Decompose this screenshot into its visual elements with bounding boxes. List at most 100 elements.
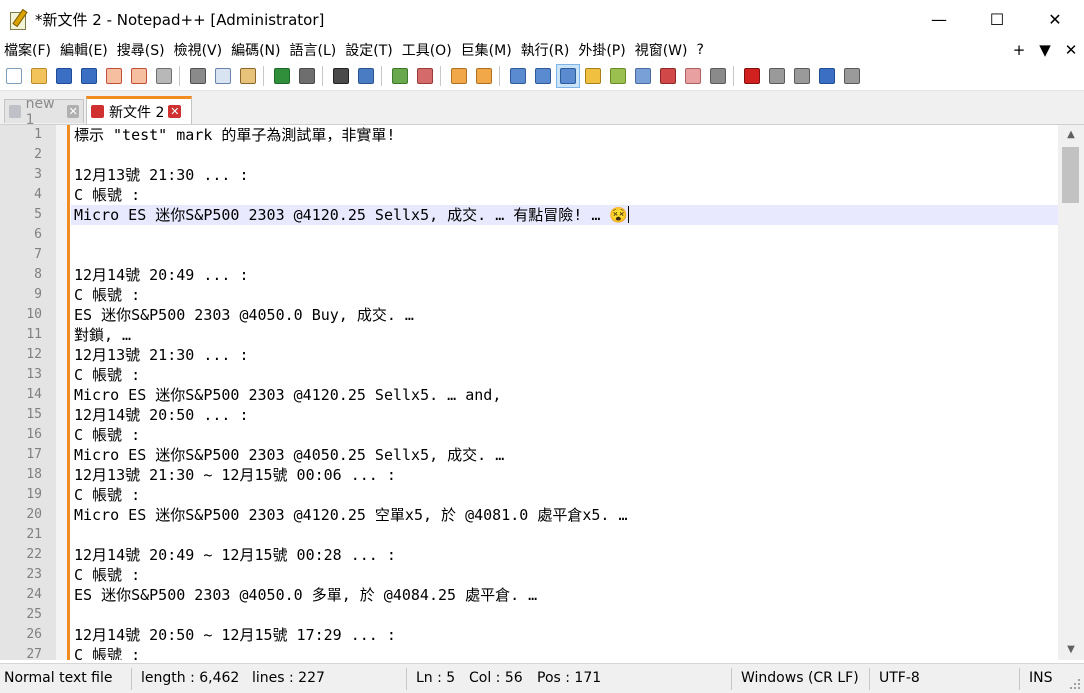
replace-button[interactable]: [355, 65, 377, 87]
save-button[interactable]: [53, 65, 75, 87]
editor-line[interactable]: 1 標示 "test" mark 的單子為測試單，非實單!: [0, 125, 1058, 145]
status-insert-mode[interactable]: INS: [1029, 664, 1053, 693]
function-list-button[interactable]: [657, 65, 679, 87]
line-text[interactable]: 12月13號 21:30 ... :: [71, 165, 1058, 185]
stop-record-button[interactable]: [766, 65, 788, 87]
copy-button[interactable]: [212, 65, 234, 87]
menu-settings[interactable]: 設定(T): [341, 40, 397, 60]
scroll-thumb[interactable]: [1062, 147, 1079, 203]
tab-new-1[interactable]: new 1 ✕: [4, 96, 84, 128]
line-text[interactable]: C 帳號 :: [71, 185, 1058, 205]
line-text[interactable]: 對鎖, …: [71, 325, 1058, 345]
menu-run[interactable]: 執行(R): [517, 40, 575, 60]
line-text[interactable]: Micro ES 迷你S&P500 2303 @4120.25 Sellx5. …: [71, 385, 1058, 405]
record-macro-button[interactable]: [741, 65, 763, 87]
editor-line[interactable]: 22 12月14號 20:49 ~ 12月15號 00:28 ... :: [0, 545, 1058, 565]
menu-language[interactable]: 語言(L): [286, 40, 342, 60]
editor-line[interactable]: 8 12月14號 20:49 ... :: [0, 265, 1058, 285]
line-text[interactable]: C 帳號 :: [71, 285, 1058, 305]
new-file-button[interactable]: [3, 65, 25, 87]
cut-button[interactable]: [187, 65, 209, 87]
line-text[interactable]: ES 迷你S&P500 2303 @4050.0 Buy, 成交. …: [71, 305, 1058, 325]
scroll-up-icon[interactable]: ▲: [1058, 125, 1084, 145]
line-text[interactable]: C 帳號 :: [71, 365, 1058, 385]
close-button[interactable]: [103, 65, 125, 87]
line-text[interactable]: C 帳號 :: [71, 425, 1058, 445]
scroll-down-icon[interactable]: ▼: [1058, 640, 1084, 660]
vertical-scrollbar[interactable]: ▲ ▼: [1058, 125, 1084, 660]
line-text[interactable]: [71, 525, 1058, 545]
line-text[interactable]: 12月13號 21:30 ... :: [71, 345, 1058, 365]
show-all-chars-button[interactable]: [532, 65, 554, 87]
user-language-button[interactable]: [582, 65, 604, 87]
text-lines[interactable]: 1 標示 "test" mark 的單子為測試單，非實單! 2 3 12月13號 21:…: [0, 125, 1058, 660]
editor-line[interactable]: 26 12月14號 20:50 ~ 12月15號 17:29 ... :: [0, 625, 1058, 645]
find-button[interactable]: [330, 65, 352, 87]
status-encoding[interactable]: UTF-8: [879, 664, 920, 693]
editor-line[interactable]: 19 C 帳號 :: [0, 485, 1058, 505]
doc-list-button[interactable]: [632, 65, 654, 87]
line-text[interactable]: 12月14號 20:49 ... :: [71, 265, 1058, 285]
tab-list-dropdown-icon[interactable]: ▼: [1032, 41, 1058, 59]
indent-guide-button[interactable]: [556, 64, 580, 88]
line-text[interactable]: 12月13號 21:30 ~ 12月15號 00:06 ... :: [71, 465, 1058, 485]
line-text[interactable]: 12月14號 20:50 ... :: [71, 405, 1058, 425]
editor-line[interactable]: 3 12月13號 21:30 ... :: [0, 165, 1058, 185]
close-all-button[interactable]: [128, 65, 150, 87]
doc-map-button[interactable]: [607, 65, 629, 87]
folder-workspace-button[interactable]: [682, 65, 704, 87]
editor-line[interactable]: 5 Micro ES 迷你S&P500 2303 @4120.25 Sellx5,…: [0, 205, 1058, 225]
line-text[interactable]: C 帳號 :: [71, 565, 1058, 585]
editor-line[interactable]: 9 C 帳號 :: [0, 285, 1058, 305]
save-all-button[interactable]: [78, 65, 100, 87]
run-macro-multiple-button[interactable]: [816, 65, 838, 87]
menu-edit[interactable]: 編輯(E): [56, 40, 113, 60]
menu-plugins[interactable]: 外掛(P): [574, 40, 630, 60]
editor-line[interactable]: 27 C 帳號 :: [0, 645, 1058, 660]
menu-file[interactable]: 檔案(F): [0, 40, 56, 60]
line-text[interactable]: 標示 "test" mark 的單子為測試單，非實單!: [71, 125, 1058, 145]
menu-search[interactable]: 搜尋(S): [113, 40, 170, 60]
new-tab-plus-icon[interactable]: +: [1006, 41, 1032, 59]
monitoring-button[interactable]: [707, 65, 729, 87]
line-text[interactable]: Micro ES 迷你S&P500 2303 @4120.25 Sellx5, …: [71, 205, 1058, 225]
line-text[interactable]: 12月14號 20:49 ~ 12月15號 00:28 ... :: [71, 545, 1058, 565]
editor-line[interactable]: 6: [0, 225, 1058, 245]
menu-help[interactable]: ?: [693, 42, 709, 58]
close-window-button[interactable]: ✕: [1026, 0, 1084, 38]
line-text[interactable]: C 帳號 :: [71, 645, 1058, 660]
line-text[interactable]: 12月14號 20:50 ~ 12月15號 17:29 ... :: [71, 625, 1058, 645]
word-wrap-button[interactable]: [507, 65, 529, 87]
resize-grip-icon[interactable]: [1068, 677, 1082, 691]
editor-line[interactable]: 12 12月13號 21:30 ... :: [0, 345, 1058, 365]
redo-button[interactable]: [296, 65, 318, 87]
line-text[interactable]: ES 迷你S&P500 2303 @4050.0 多單, 於 @4084.25 …: [71, 585, 1058, 605]
line-text[interactable]: [71, 605, 1058, 625]
status-eol[interactable]: Windows (CR LF): [741, 664, 859, 693]
editor-line[interactable]: 20 Micro ES 迷你S&P500 2303 @4120.25 空單x5, …: [0, 505, 1058, 525]
open-folder-button[interactable]: [28, 65, 50, 87]
undo-button[interactable]: [271, 65, 293, 87]
editor-area[interactable]: 1 標示 "test" mark 的單子為測試單，非實單! 2 3 12月13號 21:…: [0, 125, 1084, 660]
editor-line[interactable]: 10 ES 迷你S&P500 2303 @4050.0 Buy, 成交. …: [0, 305, 1058, 325]
line-text[interactable]: Micro ES 迷你S&P500 2303 @4050.25 Sellx5, …: [71, 445, 1058, 465]
sync-vertical-button[interactable]: [448, 65, 470, 87]
menu-view[interactable]: 檢視(V): [170, 40, 228, 60]
editor-line[interactable]: 15 12月14號 20:50 ... :: [0, 405, 1058, 425]
editor-line[interactable]: 14 Micro ES 迷你S&P500 2303 @4120.25 Sellx5…: [0, 385, 1058, 405]
menu-macro[interactable]: 巨集(M): [457, 40, 517, 60]
editor-line[interactable]: 24 ES 迷你S&P500 2303 @4050.0 多單, 於 @4084.2…: [0, 585, 1058, 605]
editor-line[interactable]: 11 對鎖, …: [0, 325, 1058, 345]
save-macro-button[interactable]: [841, 65, 863, 87]
menu-window[interactable]: 視窗(W): [631, 40, 693, 60]
minimize-button[interactable]: —: [910, 0, 968, 38]
print-button[interactable]: [153, 65, 175, 87]
paste-button[interactable]: [237, 65, 259, 87]
maximize-button[interactable]: ☐: [968, 0, 1026, 38]
zoom-in-button[interactable]: [389, 65, 411, 87]
menu-encoding[interactable]: 編碼(N): [227, 40, 285, 60]
close-doc-icon[interactable]: ✕: [1058, 41, 1084, 59]
zoom-out-button[interactable]: [414, 65, 436, 87]
menu-tools[interactable]: 工具(O): [398, 40, 457, 60]
editor-line[interactable]: 7: [0, 245, 1058, 265]
